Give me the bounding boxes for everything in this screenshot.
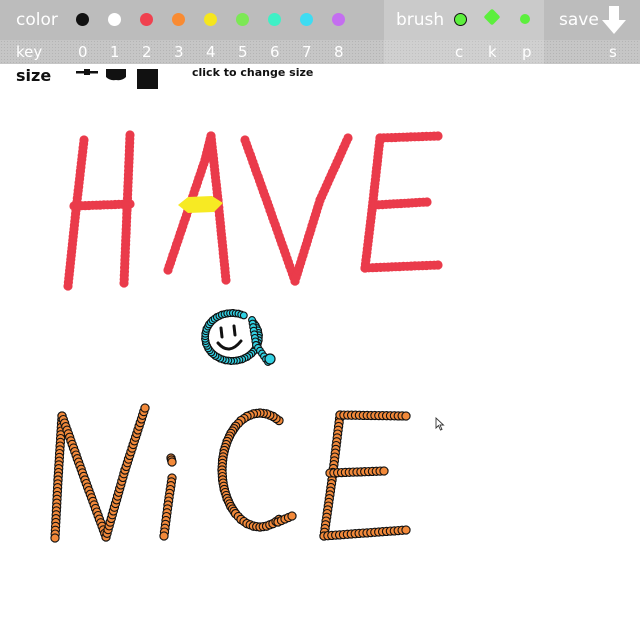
color-swatch-4[interactable] [204, 13, 217, 26]
color-label: color [16, 10, 58, 30]
letter-v-left-stroke [240, 135, 300, 286]
letter-h-left-stroke [63, 135, 89, 291]
key-hint-7: 7 [302, 43, 312, 61]
letter-h-right-stroke [119, 130, 135, 288]
key-hint-p: p [522, 43, 532, 61]
dot-brush-icon[interactable] [520, 14, 530, 24]
key-hint-1: 1 [110, 43, 120, 61]
letter-e-middle-stroke [370, 197, 432, 210]
key-label: key [16, 43, 43, 61]
key-hint-5: 5 [238, 43, 248, 61]
download-arrow-icon[interactable] [601, 5, 627, 35]
key-hint-k: k [488, 43, 497, 61]
color-swatch-0[interactable] [76, 13, 89, 26]
color-swatch-1[interactable] [108, 13, 121, 26]
brush-key-section [384, 40, 544, 64]
letter-n-right-stroke [101, 403, 150, 542]
letter-n-diagonal-stroke [57, 411, 111, 542]
letter-i-dot [166, 453, 177, 467]
key-hint-6: 6 [270, 43, 280, 61]
toolbar: color brush save key 0 1 2 3 4 5 6 7 8 c… [0, 0, 640, 64]
color-swatch-7[interactable] [300, 13, 313, 26]
letter-e2-top-stroke [335, 410, 411, 421]
key-hint-s: s [609, 43, 617, 61]
key-hint-3: 3 [174, 43, 184, 61]
brush-label: brush [396, 10, 445, 30]
key-hint-2: 2 [142, 43, 152, 61]
drawing-canvas[interactable] [0, 64, 640, 640]
color-swatch-8[interactable] [332, 13, 345, 26]
toolbar-top-row: color brush save [0, 0, 640, 40]
color-swatch-3[interactable] [172, 13, 185, 26]
letter-c-stroke [217, 408, 297, 532]
color-swatch-6[interactable] [268, 13, 281, 26]
letter-i-stroke [159, 473, 177, 541]
letter-e2-bottom-stroke [319, 525, 411, 541]
key-hint-4: 4 [206, 43, 216, 61]
color-swatch-5[interactable] [236, 13, 249, 26]
mouse-pointer-icon [435, 417, 445, 431]
toolbar-key-row: key 0 1 2 3 4 5 6 7 8 c k p s [0, 40, 640, 64]
save-label: save [559, 10, 599, 30]
letter-v-right-stroke [290, 133, 353, 286]
painted-strokes [50, 130, 443, 543]
key-hint-0: 0 [78, 43, 88, 61]
color-swatch-2[interactable] [140, 13, 153, 26]
key-hint-8: 8 [334, 43, 344, 61]
letter-e-bottom-stroke [360, 260, 443, 273]
circle-brush-icon[interactable] [454, 13, 467, 26]
key-hint-c: c [455, 43, 464, 61]
letter-e-top-stroke [375, 131, 443, 143]
